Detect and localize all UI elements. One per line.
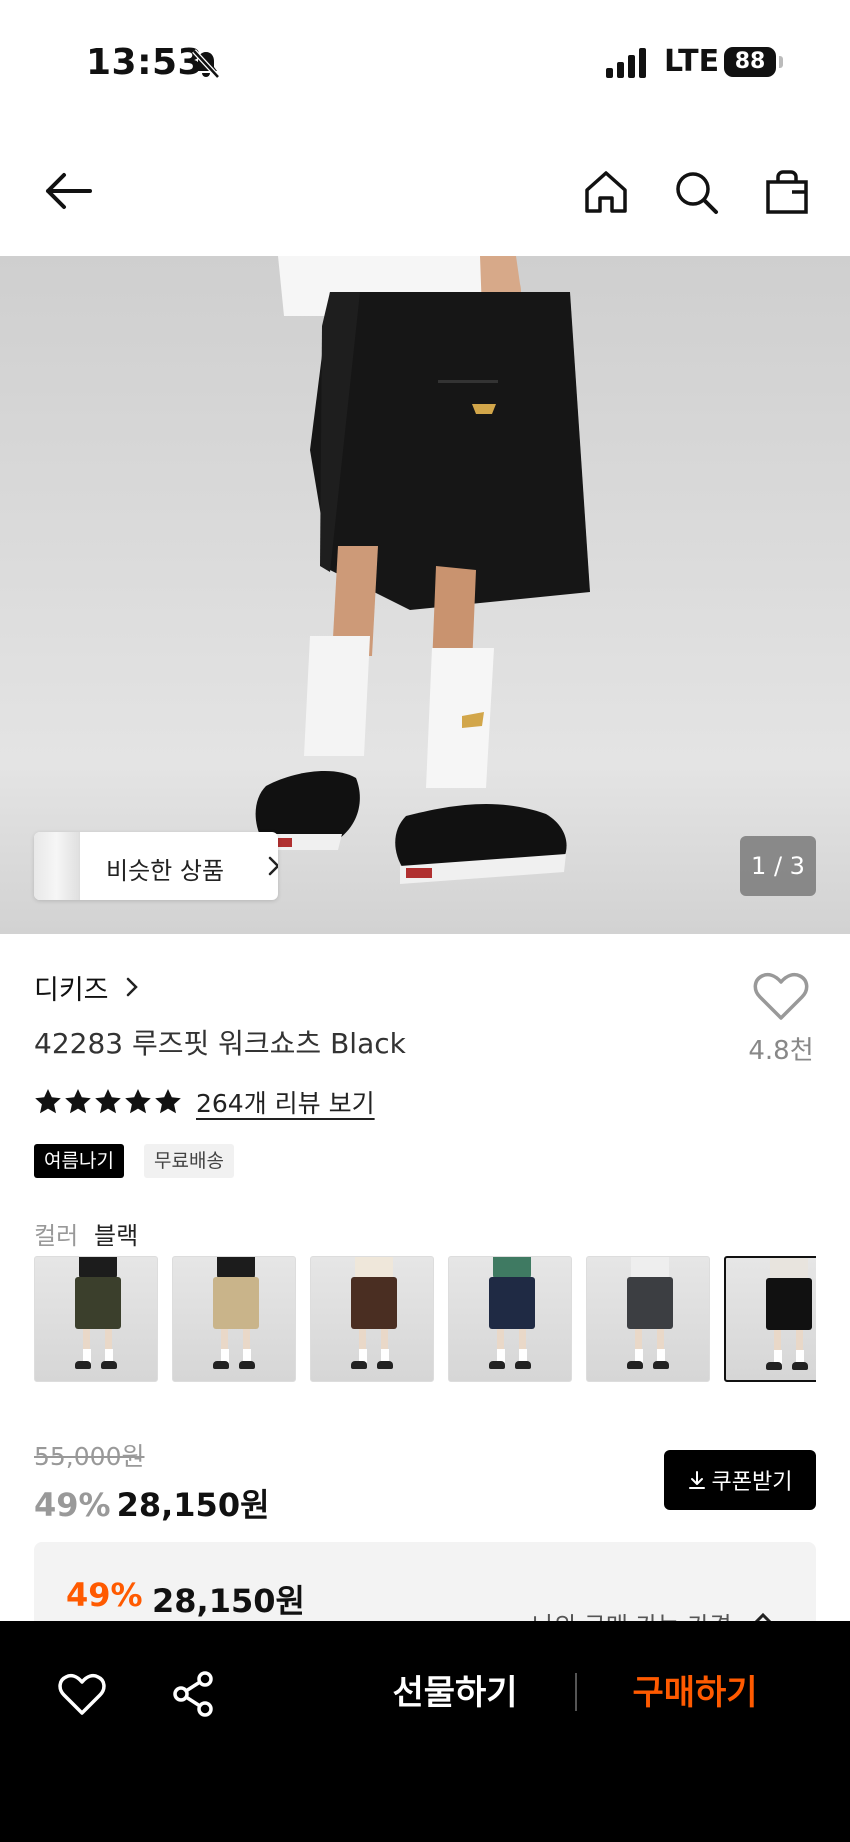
swatch-figure-part	[515, 1361, 531, 1369]
color-swatch[interactable]	[724, 1256, 816, 1382]
my-price-value: 28,150원	[152, 1582, 305, 1620]
badge-free-shipping: 무료배송	[144, 1144, 234, 1178]
image-counter: 1 / 3	[740, 836, 816, 896]
rating-stars-icon	[35, 1089, 181, 1114]
similar-product-thumbnail	[34, 832, 80, 900]
arrow-left-icon[interactable]	[40, 169, 96, 213]
sale-price-row: 49% 28,150원	[34, 1480, 270, 1526]
swatch-figure-part	[351, 1277, 397, 1329]
original-price: 55,000원	[34, 1442, 145, 1471]
nav-header	[0, 126, 850, 256]
share-icon[interactable]	[172, 1671, 214, 1717]
swatch-figure-part	[792, 1362, 808, 1370]
similar-products-button[interactable]: 비슷한 상품	[34, 832, 278, 900]
signal-icon	[606, 48, 646, 78]
color-swatch[interactable]	[310, 1256, 434, 1382]
review-link[interactable]: 264개 리뷰 보기	[196, 1084, 375, 1120]
home-icon[interactable]	[582, 168, 630, 216]
color-swatch[interactable]	[172, 1256, 296, 1382]
brand-link[interactable]: 디키즈	[34, 968, 109, 1007]
coupon-label: 쿠폰받기	[711, 1470, 793, 1495]
swatch-figure-part	[653, 1361, 669, 1369]
chevron-right-icon[interactable]	[124, 975, 140, 999]
swatch-figure-part	[213, 1361, 229, 1369]
heart-icon[interactable]	[753, 972, 809, 1022]
coupon-button[interactable]: 쿠폰받기	[664, 1450, 816, 1510]
swatch-figure-part	[101, 1361, 117, 1369]
gift-button[interactable]: 선물하기	[380, 1665, 530, 1721]
discount-percent: 49%	[34, 1486, 111, 1524]
search-icon[interactable]	[672, 168, 720, 216]
bell-muted-icon	[192, 49, 220, 79]
swatch-figure-part	[766, 1362, 782, 1370]
network-label: LTE	[664, 44, 720, 79]
status-bar: 13:53 LTE 88	[0, 0, 850, 126]
swatch-figure-part	[213, 1277, 259, 1329]
color-value: 블랙	[94, 1222, 139, 1250]
badge-summer: 여름나기	[34, 1144, 124, 1178]
bottom-action-bar: 선물하기 구매하기	[0, 1621, 850, 1842]
swatch-figure-part	[239, 1361, 255, 1369]
color-label: 컬러	[34, 1222, 79, 1250]
like-button[interactable]: 4.8천	[740, 972, 822, 1067]
chevron-right-icon	[268, 856, 278, 876]
similar-products-label: 비슷한 상품	[106, 857, 225, 885]
buy-button[interactable]: 구매하기	[620, 1665, 770, 1721]
swatch-figure-part	[75, 1361, 91, 1369]
swatch-figure-part	[489, 1277, 535, 1329]
swatch-figure-part	[489, 1361, 505, 1369]
status-time: 13:53	[86, 42, 204, 83]
swatch-figure-part	[351, 1361, 367, 1369]
swatch-figure-part	[377, 1361, 393, 1369]
heart-icon[interactable]	[58, 1673, 106, 1717]
divider	[575, 1673, 577, 1711]
swatch-figure-part	[627, 1277, 673, 1329]
color-swatch[interactable]	[34, 1256, 158, 1382]
download-icon	[688, 1471, 705, 1489]
swatch-figure-part	[75, 1277, 121, 1329]
sale-price: 28,150원	[116, 1486, 270, 1524]
battery-indicator: 88	[724, 47, 776, 77]
swatch-figure-part	[766, 1278, 812, 1330]
swatch-figure-part	[627, 1361, 643, 1369]
product-title: 42283 루즈핏 워크쇼츠 Black	[34, 1027, 406, 1060]
battery-tip	[779, 56, 783, 68]
product-image-carousel[interactable]: 비슷한 상품 1 / 3	[0, 256, 850, 934]
color-swatch-list	[34, 1256, 816, 1382]
color-swatch[interactable]	[586, 1256, 710, 1382]
like-count: 4.8천	[748, 1036, 814, 1066]
shopping-bag-icon[interactable]	[762, 166, 812, 216]
my-price-percent: 49%	[66, 1576, 143, 1614]
color-swatch[interactable]	[448, 1256, 572, 1382]
